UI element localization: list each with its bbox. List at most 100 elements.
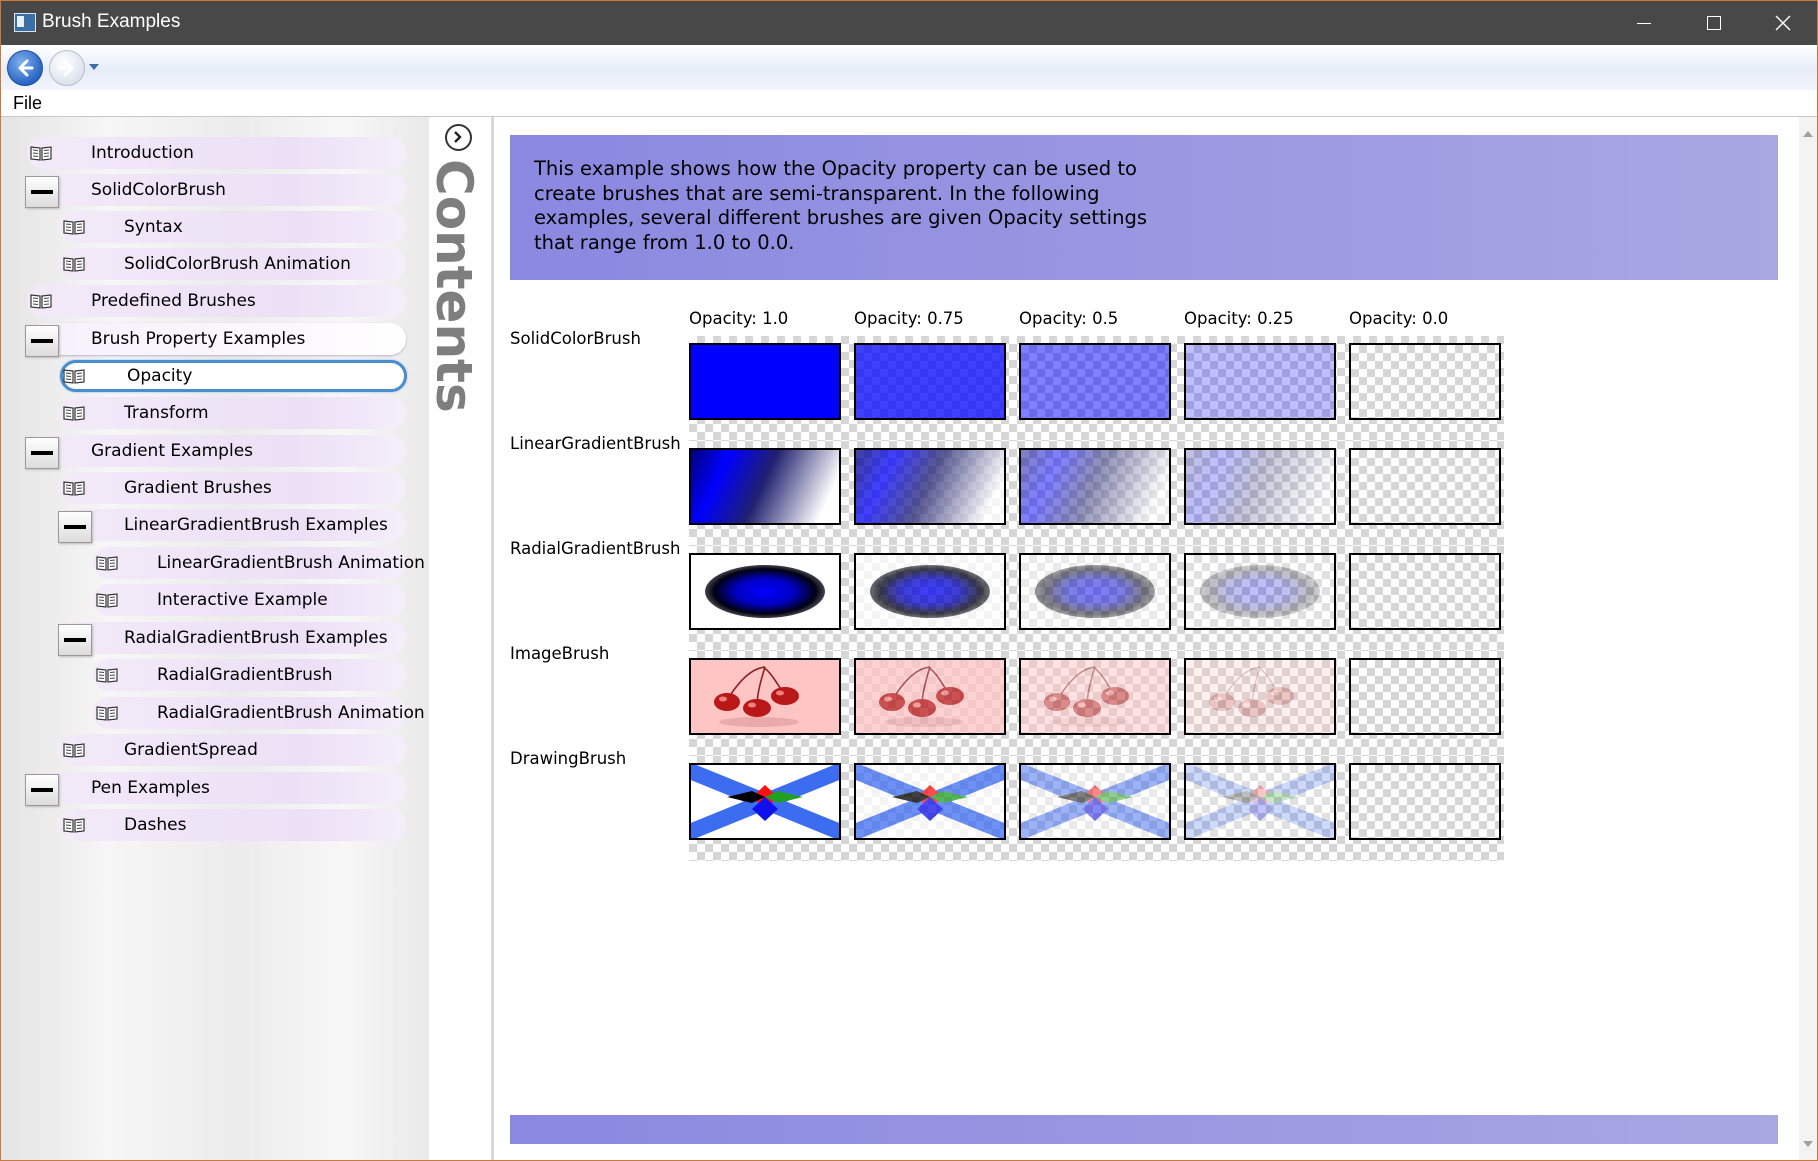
sidebar-item-label: RadialGradientBrush Animation [157,703,425,723]
page-icon [63,220,85,235]
radial-brush-swatch [1349,553,1501,630]
sidebar-item-radialgradientbrush[interactable]: RadialGradientBrush [93,659,406,691]
back-button[interactable] [7,50,43,86]
sidebar-item-label: Predefined Brushes [91,291,256,311]
column-header: Opacity: 1.0 [689,309,789,328]
radial-brush-swatch [854,553,1006,630]
linear-brush-swatch [1184,448,1336,525]
sidebar-item-interactive-example[interactable]: Interactive Example [93,584,406,616]
sidebar-item-introduction[interactable]: Introduction [27,137,406,169]
solid-brush-fill [856,345,1004,418]
page-icon [63,369,85,384]
linear-brush-swatch [1019,448,1171,525]
sidebar-item-brush-property-examples[interactable]: Brush Property Examples [27,323,406,355]
contents-panel: Contents [425,117,494,1160]
sidebar-item-pen-examples[interactable]: Pen Examples [27,772,406,804]
close-button[interactable] [1747,1,1817,45]
page-icon [63,481,85,496]
drawing-pattern [1351,765,1499,838]
drawing-brush-swatch [1019,763,1171,840]
menu-file[interactable]: File [13,93,42,114]
linear-brush-swatch [1349,448,1501,525]
sidebar-item-label: Transform [124,403,209,423]
sidebar-item-label: LinearGradientBrush Animation [157,553,425,573]
sidebar-item-opacity[interactable]: Opacity [60,360,407,392]
sidebar-item-lineargradientbrush-examples[interactable]: LinearGradientBrush Examples [60,509,406,541]
footer-band [510,1115,1778,1144]
history-dropdown-icon[interactable] [89,64,99,70]
linear-brush-fill [691,450,839,523]
collapse-icon[interactable] [25,437,59,469]
page-icon [96,556,118,571]
forward-button[interactable] [49,50,85,86]
scroll-up-icon[interactable] [1803,131,1813,137]
vertical-scrollbar[interactable] [1799,117,1817,1160]
radial-brush-fill [691,555,839,628]
sidebar-item-solidcolorbrush[interactable]: SolidColorBrush [27,174,406,206]
sidebar-item-syntax[interactable]: Syntax [60,211,406,243]
linear-brush-swatch [854,448,1006,525]
back-arrow-icon [18,59,34,77]
page-icon [96,593,118,608]
page-icon [63,406,85,421]
sidebar-item-solidcolorbrush-animation[interactable]: SolidColorBrush Animation [60,248,406,280]
column-header: Opacity: 0.25 [1184,309,1294,328]
page-icon [30,146,52,161]
row-label: ImageBrush [510,644,610,663]
cherries-icon [714,666,799,727]
scroll-down-icon[interactable] [1803,1141,1813,1147]
linear-brush-swatch [689,448,841,525]
sidebar-item-gradient-examples[interactable]: Gradient Examples [27,435,406,467]
sidebar-item-predefined-brushes[interactable]: Predefined Brushes [27,285,406,317]
drawing-brush-swatch [689,763,841,840]
main-content: This example shows how the Opacity prope… [494,117,1799,1160]
sidebar-item-label: Brush Property Examples [91,329,306,349]
menu-bar: File [1,90,1817,117]
sidebar-item-radialgradientbrush-animation[interactable]: RadialGradientBrush Animation [93,697,425,729]
close-icon [1775,15,1791,31]
sidebar-item-label: SolidColorBrush [91,180,226,200]
app-icon [14,13,36,32]
chevron-right-icon [454,131,462,143]
sidebar-item-dashes[interactable]: Dashes [60,809,406,841]
radial-brush-fill [1021,555,1169,628]
sidebar-item-label: RadialGradientBrush Examples [124,628,388,648]
sidebar-item-label: Gradient Examples [91,441,254,461]
sidebar-item-radialgradientbrush-examples[interactable]: RadialGradientBrush Examples [60,622,406,654]
sidebar-item-transform[interactable]: Transform [60,397,406,429]
minimize-button[interactable] [1607,1,1679,45]
maximize-button[interactable] [1677,1,1749,45]
collapse-icon[interactable] [58,624,92,656]
sidebar-item-label: Introduction [91,143,194,163]
contents-toggle-button[interactable] [445,124,472,151]
drawing-brush-fill [691,765,839,838]
contents-label[interactable]: Contents [425,159,487,413]
collapse-icon[interactable] [25,774,59,806]
page-icon [63,743,85,758]
window-title: Brush Examples [42,11,181,32]
sidebar-item-lineargradientbrush-animation[interactable]: LinearGradientBrush Animation [93,547,425,579]
drawing-brush-swatch [1349,763,1501,840]
sidebar-item-gradient-brushes[interactable]: Gradient Brushes [60,472,406,504]
collapse-icon[interactable] [25,325,59,357]
navigation-bar [1,45,1817,90]
collapse-icon[interactable] [25,176,59,208]
cherries-icon [1209,666,1294,727]
sidebar-item-label: LinearGradientBrush Examples [124,515,388,535]
column-header: Opacity: 0.75 [854,309,964,328]
drawing-pattern [691,765,839,838]
image-brush-fill [1021,660,1169,733]
image-brush-swatch [1349,658,1501,735]
cherries-icon [879,666,964,727]
intro-text: This example shows how the Opacity prope… [534,157,1147,254]
image-brush-fill [856,660,1004,733]
sidebar-item-label: Pen Examples [91,778,210,798]
drawing-pattern [1021,765,1169,838]
page-icon [96,668,118,683]
sidebar-item-label: SolidColorBrush Animation [124,254,351,274]
radial-brush-swatch [689,553,841,630]
sidebar-item-gradientspread[interactable]: GradientSpread [60,734,406,766]
collapse-icon[interactable] [58,511,92,543]
row-label: DrawingBrush [510,749,627,768]
image-brush-swatch [689,658,841,735]
